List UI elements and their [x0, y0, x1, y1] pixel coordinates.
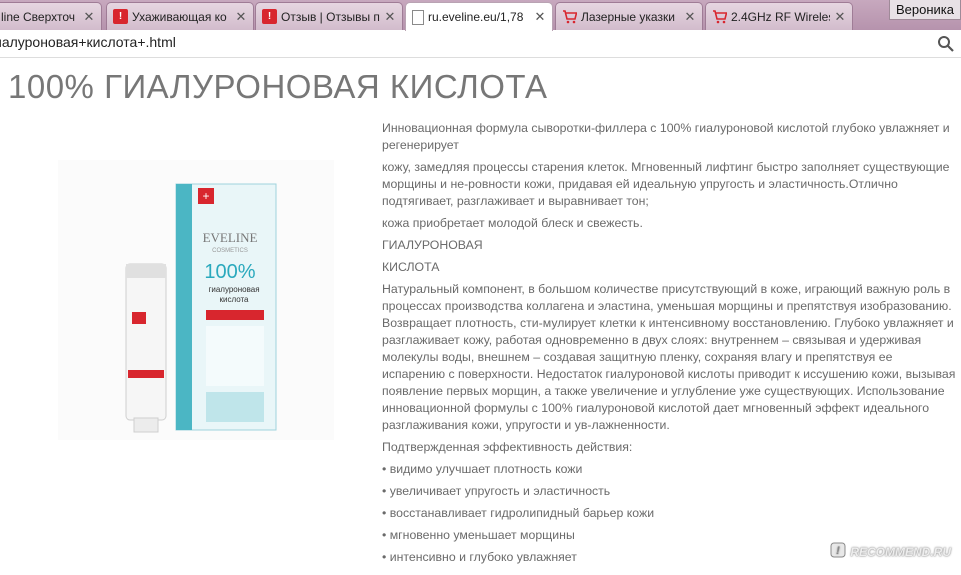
tab-title: Лазерные указки — [581, 9, 675, 24]
tab-4-active[interactable]: ru.eveline.eu/1,78 ✕ — [405, 2, 553, 31]
percent-label: 100% — [204, 261, 255, 283]
cart-icon — [562, 9, 577, 24]
tab-6[interactable]: 2.4GHz RF Wireles ✕ — [705, 2, 853, 30]
recommend-logo-icon: ! — [830, 542, 846, 561]
recommend-icon: ! — [262, 9, 277, 24]
product-image: + EVELINE COSMETICS 100% гиалуроновая ки… — [58, 160, 334, 440]
list-item: • увеличивает упругость и эластичность — [382, 484, 611, 498]
watermark-text: RECOMMEND.RU — [850, 544, 951, 559]
close-icon[interactable]: ✕ — [834, 9, 846, 25]
description-paragraph: кожа приобретает молодой блеск и свежест… — [382, 216, 643, 230]
tab-title: line Сверхточ — [1, 9, 76, 24]
tab-2[interactable]: ! Ухаживающая ко ✕ — [106, 2, 254, 30]
list-item: • видимо улучшает плотность кожи — [382, 462, 583, 476]
cart-icon — [712, 9, 727, 24]
product-description: Инновационная формула сыворотки-филлера … — [382, 120, 956, 571]
search-icon[interactable] — [937, 35, 955, 53]
close-icon[interactable]: ✕ — [384, 9, 396, 25]
profile-button[interactable]: Вероника — [888, 0, 961, 20]
list-item: • восстанавливает гидролипидный барьер к… — [382, 506, 655, 520]
product-line2: кислота — [219, 295, 249, 304]
browser-window: { "tabs":[ {"title":"line Сверхточ","ico… — [0, 0, 961, 575]
brand-sub-label: COSMETICS — [212, 248, 248, 254]
section-heading: КИСЛОТА — [382, 260, 440, 274]
description-paragraph: Натуральный компонент, в большом количес… — [382, 282, 956, 432]
close-icon[interactable]: ✕ — [534, 9, 546, 25]
tab-3[interactable]: ! Отзыв | Отзывы п ✕ — [255, 2, 403, 30]
description-paragraph: Подтвержденная эффективность действия: — [382, 440, 633, 454]
section-heading: ГИАЛУРОНОВАЯ — [382, 238, 483, 252]
address-bar: иалуроновая+кислота+.html — [0, 30, 961, 58]
url-field[interactable]: иалуроновая+кислота+.html — [0, 34, 176, 50]
close-icon[interactable]: ✕ — [235, 9, 247, 25]
watermark: ! RECOMMEND.RU — [830, 542, 951, 561]
page-icon — [412, 9, 424, 25]
description-paragraph: Инновационная формула сыворотки-филлера … — [382, 121, 950, 152]
tab-5[interactable]: Лазерные указки ✕ — [555, 2, 703, 30]
tab-1[interactable]: line Сверхточ ✕ — [0, 2, 102, 30]
tab-title: 2.4GHz RF Wireles — [731, 9, 830, 24]
tab-title: ru.eveline.eu/1,78 — [428, 10, 524, 24]
tab-strip: line Сверхточ ✕ ! Ухаживающая ко ✕ ! Отз… — [0, 0, 961, 31]
brand-label: EVELINE — [203, 230, 258, 245]
svg-text:!: ! — [836, 545, 840, 557]
tab-title: Ухаживающая ко — [132, 9, 227, 24]
product-line1: гиалуроновая — [208, 285, 259, 294]
close-icon[interactable]: ✕ — [684, 9, 696, 25]
svg-text:+: + — [202, 189, 209, 203]
tab-title: Отзыв | Отзывы п — [281, 9, 380, 24]
close-icon[interactable]: ✕ — [83, 9, 95, 25]
description-paragraph: кожу, замедляя процессы старения клеток.… — [382, 160, 950, 208]
recommend-icon: ! — [113, 9, 128, 24]
page-title: 100% ГИАЛУРОНОВАЯ КИСЛОТА — [8, 68, 548, 105]
